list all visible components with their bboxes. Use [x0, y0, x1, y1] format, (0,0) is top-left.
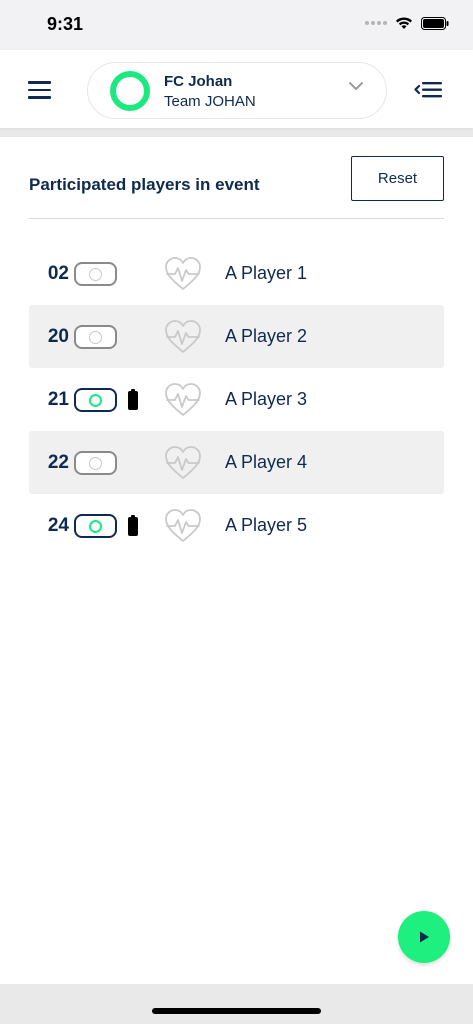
player-name: A Player 4 — [225, 452, 308, 472]
player-name: A Player 1 — [225, 263, 308, 283]
app-header: FC Johan Team JOHAN — [0, 50, 473, 128]
player-row[interactable]: 22 A Player 4 — [29, 431, 444, 494]
sensor-toggle-knob — [89, 268, 102, 281]
player-list: 02 A Player 1 20 A Player 2 21 A Player 3 22 A … — [29, 242, 444, 557]
player-number: 24 — [47, 514, 69, 536]
status-bar: 9:31 — [0, 0, 473, 50]
wifi-icon — [396, 17, 412, 29]
team-name: FC Johan — [164, 73, 233, 90]
home-indicator — [152, 1008, 321, 1014]
play-icon — [420, 931, 429, 943]
sensor-battery-icon — [128, 389, 138, 410]
player-number: 21 — [47, 388, 69, 410]
hamburger-menu-icon[interactable] — [28, 81, 52, 99]
sensor-battery-icon — [128, 515, 138, 536]
heart-rate-icon — [164, 508, 202, 544]
heart-rate-icon — [164, 445, 202, 481]
collapse-menu-icon[interactable] — [414, 80, 444, 100]
status-icons — [365, 16, 449, 30]
heart-rate-icon — [164, 319, 202, 355]
reset-button[interactable]: Reset — [351, 156, 444, 201]
team-subtitle: Team JOHAN — [164, 93, 256, 110]
sensor-toggle-knob — [89, 457, 102, 470]
play-button[interactable] — [398, 911, 450, 963]
player-number: 02 — [47, 262, 69, 284]
main-card: Participated players in event Reset 02 A … — [0, 137, 473, 984]
player-row[interactable]: 24 A Player 5 — [29, 494, 444, 557]
player-row[interactable]: 02 A Player 1 — [29, 242, 444, 305]
team-selector[interactable]: FC Johan Team JOHAN — [87, 62, 387, 119]
sensor-toggle[interactable] — [74, 262, 117, 286]
sensor-toggle[interactable] — [74, 514, 117, 538]
player-name: A Player 2 — [225, 326, 308, 346]
sensor-toggle-knob — [89, 520, 102, 533]
divider — [29, 218, 444, 219]
heart-rate-icon — [164, 256, 202, 292]
player-name: A Player 5 — [225, 515, 308, 535]
sensor-toggle-knob — [89, 331, 102, 344]
player-row[interactable]: 20 A Player 2 — [29, 305, 444, 368]
sensor-toggle[interactable] — [74, 388, 117, 412]
player-row[interactable]: 21 A Player 3 — [29, 368, 444, 431]
chevron-down-icon — [349, 82, 363, 90]
player-name: A Player 3 — [225, 389, 308, 409]
section-title: Participated players in event — [29, 175, 260, 194]
battery-icon — [421, 16, 449, 30]
player-number: 20 — [47, 325, 69, 347]
sensor-toggle-knob — [89, 394, 102, 407]
signal-dots-icon — [365, 21, 387, 25]
sensor-toggle[interactable] — [74, 451, 117, 475]
sensor-toggle[interactable] — [74, 325, 117, 349]
heart-rate-icon — [164, 382, 202, 418]
team-logo-ring — [110, 71, 150, 111]
status-time: 9:31 — [47, 14, 84, 34]
player-number: 22 — [47, 451, 69, 473]
